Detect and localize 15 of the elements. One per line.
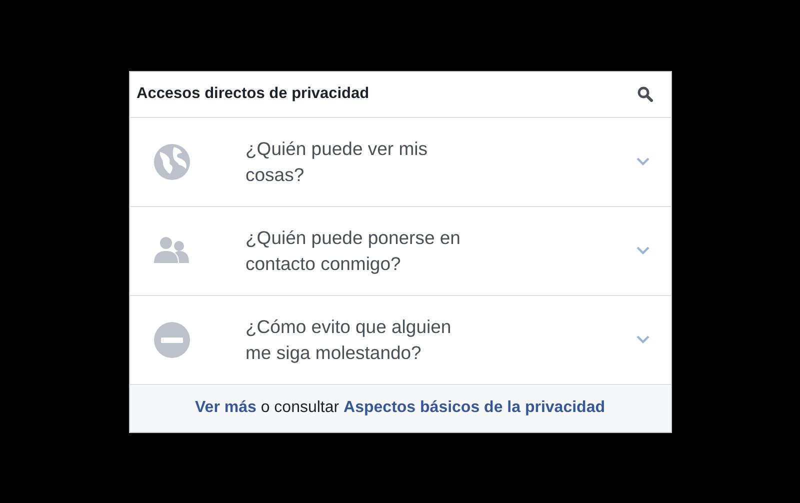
shortcut-question: ¿Cómo evito que alguien me siga molestando? [246, 314, 452, 365]
panel-title: Accesos directos de privacidad [136, 85, 370, 103]
chevron-icon[interactable] [636, 335, 650, 344]
chevron-icon[interactable] [636, 246, 650, 255]
footer-link[interactable]: Ver más [195, 399, 256, 416]
search-icon[interactable] [636, 86, 652, 102]
shortcut-row[interactable]: ¿Quién puede ponerse en contacto conmigo? [130, 206, 670, 296]
shortcut-row[interactable]: ¿Quién puede ver mis cosas? [130, 118, 670, 206]
footer-text: Ver más o consultar Aspectos básicos de la privacidad [195, 399, 605, 417]
blocked-icon [154, 322, 190, 358]
globe-icon [154, 144, 190, 180]
footer-link[interactable]: Aspectos básicos de la privacidad [344, 399, 605, 416]
shortcut-question: ¿Quién puede ver mis cosas? [246, 136, 429, 186]
chevron-icon[interactable] [636, 157, 650, 166]
shortcut-question: ¿Quién puede ponerse en contacto conmigo? [246, 226, 462, 276]
